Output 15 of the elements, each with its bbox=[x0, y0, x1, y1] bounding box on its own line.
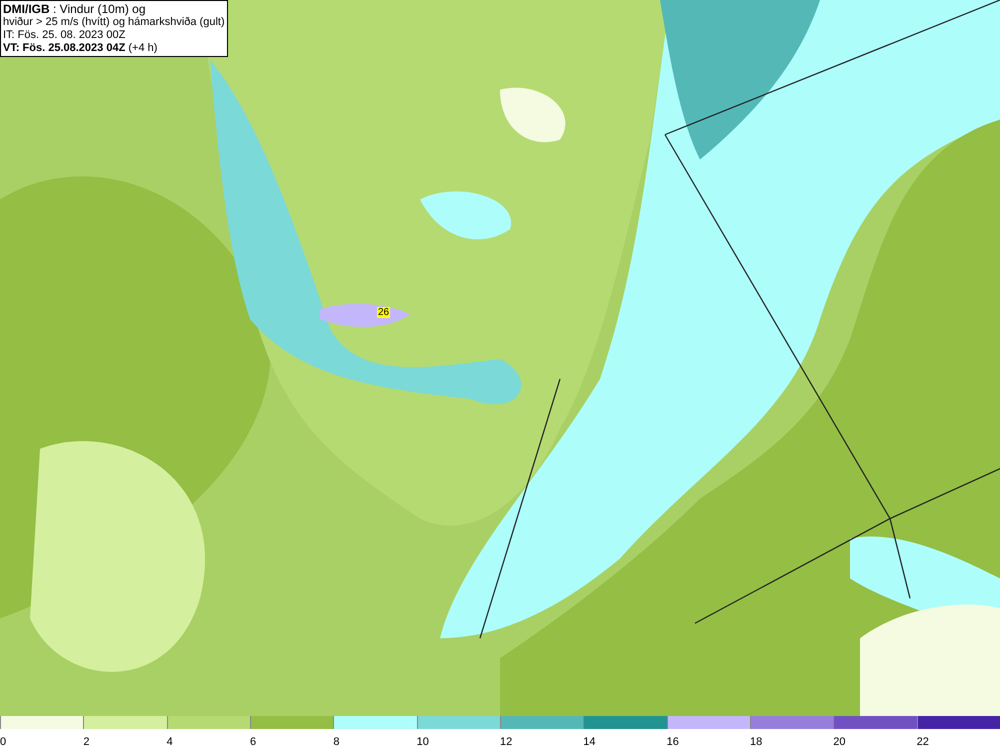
title-line: VT: Fös. 25.08.2023 04Z (+4 h) bbox=[3, 42, 158, 55]
legend-label: 14 bbox=[583, 736, 596, 747]
gust-marker: 26 bbox=[377, 307, 390, 318]
legend-label: 10 bbox=[416, 736, 429, 747]
legend-label: 16 bbox=[666, 736, 679, 747]
legend-label: 2 bbox=[83, 736, 90, 747]
title-line: IT: Fös. 25. 08. 2023 00Z bbox=[3, 29, 126, 42]
title-line: DMI/IGB : Vindur (10m) og bbox=[3, 2, 146, 16]
legend-label: 20 bbox=[833, 736, 846, 747]
legend-label: 0 bbox=[0, 736, 6, 747]
legend-label: 12 bbox=[500, 736, 512, 747]
legend-label: 18 bbox=[750, 736, 762, 747]
title-line: hviður > 25 m/s (hvítt) og hámarkshviða (gult) bbox=[3, 16, 225, 29]
legend-label: 22 bbox=[916, 736, 929, 747]
legend-label: 8 bbox=[333, 736, 340, 747]
